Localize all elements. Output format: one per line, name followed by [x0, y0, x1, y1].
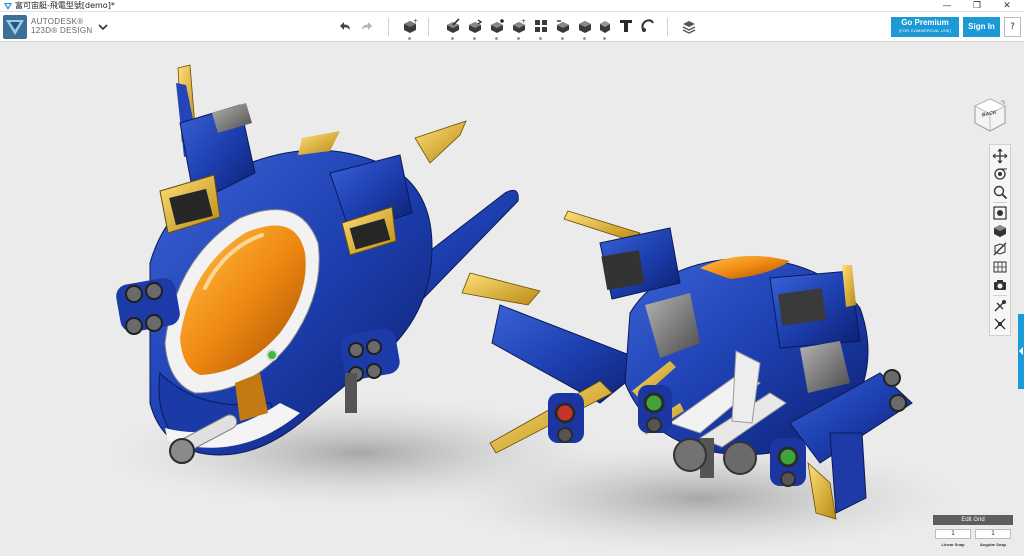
svg-text:+: + [413, 18, 418, 25]
edit-grid-panel: Edit Grid 1 1 Linear Snap Angular Snap [933, 515, 1013, 553]
material-view-button[interactable] [992, 259, 1008, 275]
measure-button[interactable] [576, 17, 594, 40]
dropdown-dot [561, 37, 564, 40]
visibility-button[interactable] [992, 298, 1008, 314]
go-premium-sublabel: (FOR COMMERCIAL USE) [898, 28, 952, 33]
orbit-icon [994, 168, 1007, 180]
hide-icon [993, 242, 1007, 256]
text-button[interactable] [617, 17, 635, 35]
nav-separator [993, 202, 1007, 203]
minimize-button[interactable]: — [932, 0, 962, 12]
toolbar-separator [428, 18, 429, 36]
pattern-icon: + [513, 18, 526, 33]
snap-icon [994, 318, 1006, 330]
view-mode-icon [994, 225, 1006, 237]
text-icon [620, 20, 632, 32]
main-toolbar: AUTODESK® 123D® DESIGN + + Go Premium (F… [0, 12, 1024, 42]
orbit-button[interactable] [992, 166, 1008, 182]
material-button[interactable] [596, 17, 614, 40]
brand: AUTODESK® 123D® DESIGN [31, 17, 93, 36]
title-bar: 富可宙艇-飛電型號[demo]* — ❐ ✕ [0, 0, 1024, 12]
redo-button[interactable] [358, 17, 376, 35]
modify-icon [491, 19, 504, 33]
dropdown-dot [473, 37, 476, 40]
construct-icon [469, 19, 483, 33]
dropdown-dot [517, 37, 520, 40]
construct-button[interactable] [466, 17, 484, 40]
dropdown-dot [603, 37, 606, 40]
primitives-icon: + [404, 18, 418, 33]
view-cube[interactable]: BACK [973, 97, 1007, 133]
dropdown-dot [408, 37, 411, 40]
app-menu-chevron-down-icon[interactable] [98, 22, 108, 32]
primitives-button[interactable]: + [401, 17, 419, 40]
dropdown-dot [451, 37, 454, 40]
modify-button[interactable] [488, 17, 506, 40]
dropdown-dot [539, 37, 542, 40]
measure-icon [579, 21, 591, 33]
brand-line-1: AUTODESK® [31, 17, 84, 26]
brand-line-2: 123D® DESIGN [31, 26, 93, 35]
close-button[interactable]: ✕ [992, 0, 1022, 12]
go-premium-button[interactable]: Go Premium (FOR COMMERCIAL USE) [891, 17, 959, 37]
undo-button[interactable] [336, 17, 354, 35]
view-mode-button[interactable] [992, 223, 1008, 239]
sketch-button[interactable] [444, 17, 462, 40]
dropdown-dot [583, 37, 586, 40]
camera-icon [994, 280, 1006, 290]
linear-snap-input[interactable]: 1 [935, 529, 971, 539]
edit-grid-button[interactable]: Edit Grid [933, 515, 1013, 525]
snap-button[interactable] [638, 17, 656, 35]
pattern-button[interactable]: + [510, 17, 528, 40]
undo-icon [340, 22, 350, 30]
zoom-icon [993, 185, 1008, 200]
help-button[interactable]: ? [1004, 17, 1021, 37]
app-logo-icon[interactable] [3, 15, 27, 39]
snap-view-button[interactable] [992, 316, 1008, 332]
hide-button[interactable] [992, 241, 1008, 257]
fit-icon [993, 206, 1007, 220]
model-scene[interactable] [0, 43, 1024, 556]
sign-in-button[interactable]: Sign In [963, 17, 1000, 37]
angular-snap-input[interactable]: 1 [975, 529, 1011, 539]
toolbar-separator [667, 18, 668, 36]
redo-icon [362, 22, 372, 30]
dropdown-dot [495, 37, 498, 40]
angular-snap-label: Angular Snap [979, 542, 1006, 547]
fit-button[interactable] [992, 205, 1008, 221]
restore-button[interactable]: ❐ [962, 0, 992, 12]
material-icon [600, 21, 610, 33]
window-title: 富可宙艇-飛電型號[demo]* [15, 1, 115, 10]
visibility-icon [994, 300, 1006, 312]
svg-text:+: + [521, 18, 526, 25]
pan-icon [992, 148, 1008, 164]
3d-viewport[interactable]: BACK [0, 43, 1024, 556]
combine-icon [557, 20, 569, 33]
grouping-icon [535, 20, 547, 32]
sketch-icon [447, 18, 460, 33]
navigation-bar [989, 144, 1011, 336]
materials-library-button[interactable] [680, 17, 698, 35]
toolbar-separator [388, 18, 389, 36]
app-icon [4, 3, 12, 10]
nav-separator [993, 295, 1007, 296]
grouping-button[interactable] [532, 17, 550, 40]
material-view-icon [993, 261, 1007, 273]
screenshot-button[interactable] [992, 277, 1008, 293]
layers-icon [682, 21, 696, 34]
go-premium-label: Go Premium [901, 18, 949, 27]
snap-icon [641, 19, 654, 32]
pan-button[interactable] [992, 148, 1008, 164]
side-panel-tab[interactable] [1018, 314, 1024, 389]
linear-snap-label: Linear Snap [941, 542, 965, 547]
zoom-button[interactable] [992, 184, 1008, 200]
combine-button[interactable] [554, 17, 572, 40]
